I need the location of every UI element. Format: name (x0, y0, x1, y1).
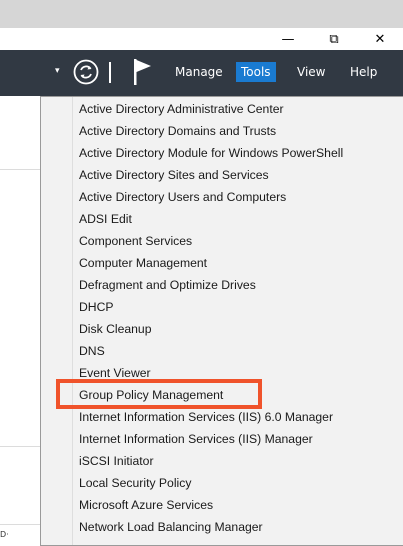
menu-item-dns[interactable]: DNS (79, 340, 105, 362)
menu-view[interactable]: View (292, 62, 330, 82)
menu-item-iis6-manager[interactable]: Internet Information Services (IIS) 6.0 … (79, 406, 333, 428)
pane-divider (0, 446, 40, 447)
tools-dropdown-menu: Active Directory Administrative Center A… (40, 96, 403, 546)
restore-button[interactable]: ⧉ (311, 28, 357, 50)
menu-icon-gutter (72, 97, 73, 545)
menu-item-local-security-policy[interactable]: Local Security Policy (79, 472, 191, 494)
server-manager-toolbar: ▾ Manage Tools View Help (0, 50, 403, 96)
menu-item-iis-manager[interactable]: Internet Information Services (IIS) Mana… (79, 428, 313, 450)
menu-item-ad-users-computers[interactable]: Active Directory Users and Computers (79, 186, 286, 208)
menu-item-disk-cleanup[interactable]: Disk Cleanup (79, 318, 151, 340)
refresh-icon[interactable] (72, 58, 100, 86)
menu-item-dhcp[interactable]: DHCP (79, 296, 114, 318)
title-bar: — ⧉ ✕ (0, 28, 403, 50)
menu-item-ad-admin-center[interactable]: Active Directory Administrative Center (79, 98, 284, 120)
menu-help[interactable]: Help (345, 62, 382, 82)
menu-item-ad-domains-trusts[interactable]: Active Directory Domains and Trusts (79, 120, 276, 142)
menu-item-nlb-manager[interactable]: Network Load Balancing Manager (79, 516, 263, 538)
menu-item-ad-sites-services[interactable]: Active Directory Sites and Services (79, 164, 269, 186)
menu-tools[interactable]: Tools (236, 62, 276, 82)
highlight-box (56, 379, 262, 409)
pane-divider (0, 169, 40, 170)
menu-item-ad-powershell-module[interactable]: Active Directory Module for Windows Powe… (79, 142, 343, 164)
notifications-flag-icon[interactable] (129, 57, 155, 87)
left-pane: D· (0, 96, 40, 539)
close-button[interactable]: ✕ (357, 28, 403, 50)
chevron-down-icon[interactable]: ▾ (55, 66, 60, 76)
pane-text-fragment: D· (0, 530, 9, 539)
menu-item-adsi-edit[interactable]: ADSI Edit (79, 208, 132, 230)
menu-item-component-services[interactable]: Component Services (79, 230, 192, 252)
minimize-icon: — (281, 31, 295, 47)
minimize-button[interactable]: — (265, 28, 311, 50)
menu-item-defragment[interactable]: Defragment and Optimize Drives (79, 274, 256, 296)
menu-item-computer-management[interactable]: Computer Management (79, 252, 207, 274)
menu-item-iscsi-initiator[interactable]: iSCSI Initiator (79, 450, 154, 472)
toolbar-separator (109, 62, 111, 83)
close-icon: ✕ (374, 31, 386, 47)
restore-icon: ⧉ (329, 31, 339, 47)
menu-manage[interactable]: Manage (170, 62, 228, 82)
menu-item-azure-services[interactable]: Microsoft Azure Services (79, 494, 213, 516)
top-background-strip (0, 0, 403, 28)
pane-divider (0, 524, 40, 525)
